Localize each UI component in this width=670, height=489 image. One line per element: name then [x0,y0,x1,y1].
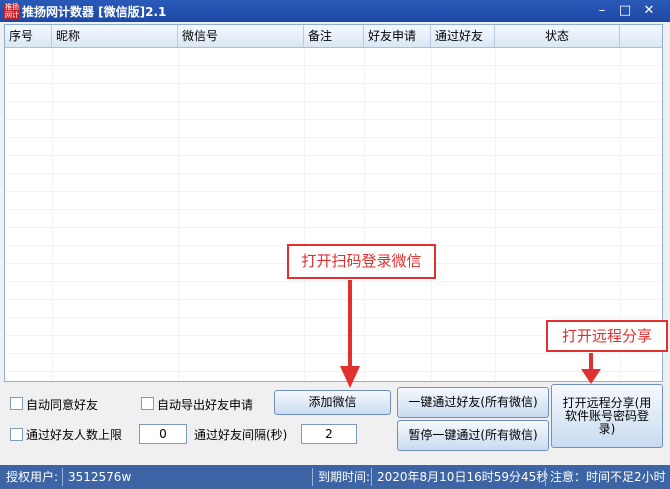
minimize-icon[interactable]: – [591,3,613,19]
callout-scan-login: 打开扫码登录微信 [287,244,436,279]
auto-export-label[interactable]: 自动导出好友申请 [157,396,253,413]
grid-row-line [5,353,662,354]
time-notice: 注意：时间不足2小时 [550,470,666,484]
title-bar: 推扬网计数器 推扬网计数器 [微信版]2.1 – □ ✕ [0,0,670,22]
table-header: 序号 昵称 微信号 备注 好友申请 通过好友 状态 [5,25,662,48]
grid-column-line [431,48,432,381]
friend-limit-label[interactable]: 通过好友人数上限 [26,426,122,443]
grid-row-line [5,101,662,102]
column-header-wechat-id[interactable]: 微信号 [178,25,304,47]
grid-column-line [364,48,365,381]
column-header-friend-requests[interactable]: 好友申请 [364,25,431,47]
friend-limit-checkbox[interactable] [10,428,23,441]
grid-row-line [5,281,662,282]
status-separator [62,468,63,486]
grid-row-line [5,155,662,156]
grid-row-line [5,65,662,66]
expiry-value: 2020年8月10日16时59分45秒 [377,470,549,484]
friend-limit-input[interactable]: 0 [139,424,187,444]
status-separator [545,468,546,486]
grid-row-line [5,173,662,174]
grid-row-line [5,227,662,228]
window-title: 推扬网计数器 [微信版]2.1 [22,5,167,19]
grid-column-line [495,48,496,381]
add-wechat-button[interactable]: 添加微信 [274,390,391,415]
grid-row-line [5,317,662,318]
grid-column-line [52,48,53,381]
auto-accept-label[interactable]: 自动同意好友 [26,396,98,413]
column-header-status[interactable]: 状态 [495,25,620,47]
auto-accept-checkbox[interactable] [10,397,23,410]
maximize-icon[interactable]: □ [614,3,636,19]
grid-row-line [5,83,662,84]
licensed-user-value: 3512576w [68,470,132,484]
remote-share-button[interactable]: 打开远程分享(用软件账号密码登录) [551,384,663,448]
licensed-user-label: 授权用户: [6,470,59,484]
interval-label: 通过好友间隔(秒) [194,428,288,442]
arrow-down-icon [340,280,360,388]
arrow-down-icon [581,353,601,384]
column-header-remark[interactable]: 备注 [304,25,364,47]
pass-all-friends-button[interactable]: 一键通过好友(所有微信) [397,387,549,418]
grid-row-line [5,119,662,120]
grid-column-line [304,48,305,381]
grid-row-line [5,191,662,192]
callout-remote-share: 打开远程分享 [546,320,668,352]
app-logo-icon: 推扬网计数器 [4,3,20,19]
expiry-label: 到期时间: [318,470,371,484]
column-header-accepted-friends[interactable]: 通过好友 [431,25,495,47]
grid-row-line [5,209,662,210]
status-separator [312,468,313,486]
column-header-nickname[interactable]: 昵称 [52,25,178,47]
grid-column-line [178,48,179,381]
close-icon[interactable]: ✕ [638,3,660,19]
status-separator [371,468,372,486]
grid-row-line [5,137,662,138]
column-header-index[interactable]: 序号 [5,25,52,47]
grid-row-line [5,299,662,300]
status-bar: 授权用户: 3512576w 到期时间: 2020年8月10日16时59分45秒… [0,465,670,489]
auto-export-checkbox[interactable] [141,397,154,410]
column-header-filler [620,25,662,47]
pause-pass-all-button[interactable]: 暂停一键通过(所有微信) [397,420,549,451]
grid-row-line [5,371,662,372]
interval-input[interactable]: 2 [301,424,357,444]
